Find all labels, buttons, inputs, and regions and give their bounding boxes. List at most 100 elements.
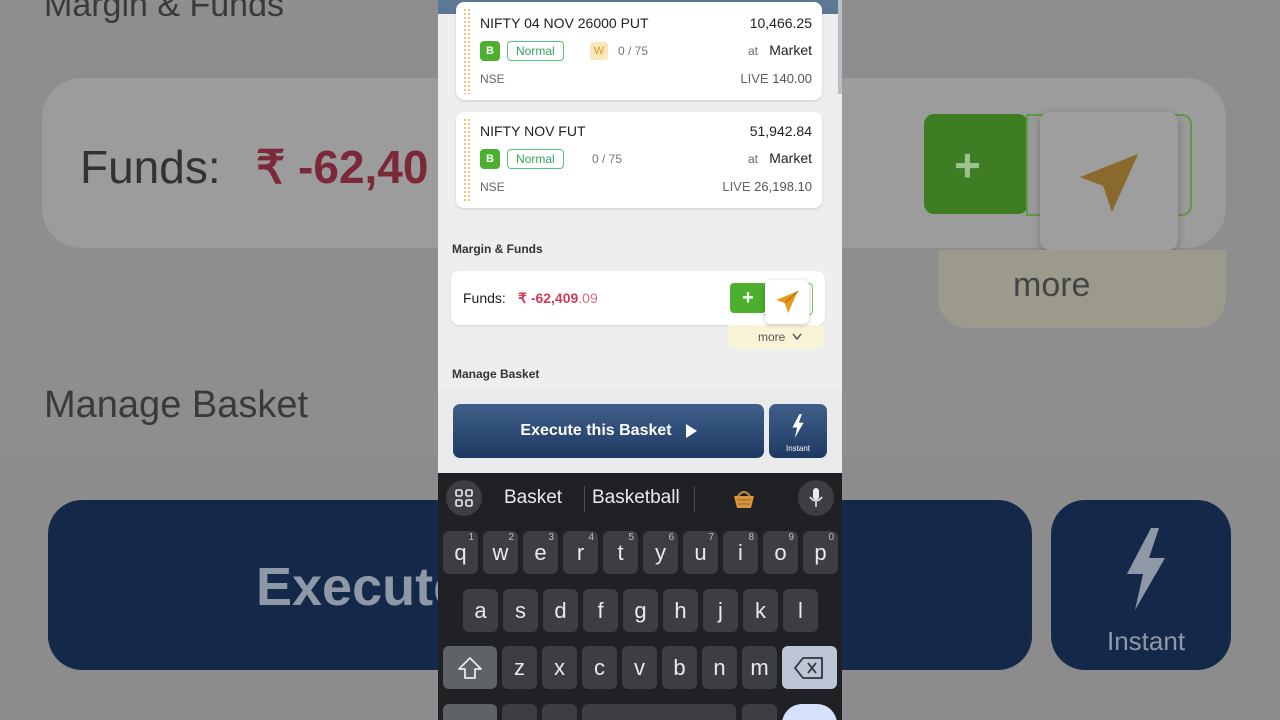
key-j[interactable]: j [703,589,738,632]
key-e[interactable]: e3 [523,531,558,574]
key-f[interactable]: f [583,589,618,632]
order-qty: 0 / 75 [592,152,623,166]
key-p[interactable]: p0 [803,531,838,574]
key-i[interactable]: i8 [723,531,758,574]
key-label: o [774,540,787,565]
suggestion-divider [584,486,585,512]
chevron-down-icon [792,333,802,341]
key-hint: 7 [708,532,714,543]
order-instrument: NIFTY 04 NOV 26000 PUT [480,15,649,31]
suggestion-1[interactable]: Basket [504,487,562,509]
more-label[interactable]: more [758,330,802,344]
key-label: m [750,655,769,680]
key-label: x [554,655,565,680]
drag-handle-icon[interactable] [463,8,471,94]
live-value: 26,198.10 [754,179,812,194]
key-label: i [738,540,743,565]
bg-execute-text: Execute [256,557,464,617]
suggestion-2[interactable]: Basketball [592,487,680,509]
key-x[interactable]: x [542,646,577,689]
basket-emoji-icon[interactable] [732,488,756,510]
order-qty: 0 / 75 [618,44,649,58]
key-hint: 0 [828,532,834,543]
key-hint: 5 [628,532,634,543]
key-label: t [617,540,624,565]
order-exchange: NSE [480,180,505,194]
instant-label: Instant [785,444,810,453]
key-label: z [514,655,525,680]
key-hint: 8 [748,532,754,543]
key-label: y [655,540,666,565]
key-hint: 1 [468,532,474,543]
weekly-badge: W [590,42,608,60]
order-instrument: NIFTY NOV FUT [480,123,586,139]
language-key[interactable] [542,704,577,720]
funds-label: Funds: [463,290,506,306]
buy-badge: B [480,41,500,61]
play-icon [685,424,697,438]
key-hint: 3 [548,532,554,543]
send-icon [776,290,799,313]
bg-manage-title: Manage Basket [44,384,309,426]
order-card[interactable]: NIFTY 04 NOV 26000 PUT 10,466.25 B Norma… [456,2,822,100]
period-key[interactable] [742,704,777,720]
backspace-icon [794,657,823,679]
key-label: n [713,655,726,680]
space-key[interactable] [582,704,736,720]
key-label: d [554,598,567,623]
key-label: s [515,598,526,623]
key-label: p [814,540,827,565]
order-live-price: LIVE 140.00 [740,71,812,86]
order-type: Market [769,42,812,58]
key-label: h [674,598,687,623]
key-g[interactable]: g [623,589,658,632]
key-n[interactable]: n [702,646,737,689]
order-card[interactable]: NIFTY NOV FUT 51,942.84 B Normal 0 / 75 … [456,112,822,208]
backspace-key[interactable] [782,646,837,689]
live-label: LIVE [740,71,769,86]
key-label: l [798,598,803,623]
key-d[interactable]: d [543,589,578,632]
key-c[interactable]: c [582,646,617,689]
add-funds-button[interactable]: + [730,283,766,313]
margin-section-title: Margin & Funds [452,242,543,256]
voice-input-button[interactable] [798,480,834,516]
emoji-key[interactable] [502,704,537,720]
key-m[interactable]: m [742,646,777,689]
key-o[interactable]: o9 [763,531,798,574]
scrollbar[interactable] [838,0,842,94]
key-u[interactable]: u7 [683,531,718,574]
key-r[interactable]: r4 [563,531,598,574]
instant-button[interactable]: Instant [769,404,827,458]
key-s[interactable]: s [503,589,538,632]
key-q[interactable]: q1 [443,531,478,574]
symbols-key[interactable] [443,704,497,720]
key-l[interactable]: l [783,589,818,632]
bg-bolt-icon [1127,528,1165,610]
key-hint: 6 [668,532,674,543]
order-at: at [748,152,759,166]
order-price: 10,466.25 [749,15,812,31]
key-v[interactable]: v [622,646,657,689]
live-value: 140.00 [772,71,812,86]
more-text: more [758,330,786,344]
send-button[interactable] [765,280,809,324]
apps-grid-button[interactable] [446,480,482,516]
bg-more-label: more [1013,266,1091,304]
drag-handle-icon[interactable] [463,118,471,202]
key-y[interactable]: y6 [643,531,678,574]
key-hint: 9 [788,532,794,543]
order-at: at [748,44,759,58]
key-w[interactable]: w2 [483,531,518,574]
shift-key[interactable] [443,646,497,689]
key-a[interactable]: a [463,589,498,632]
key-t[interactable]: t5 [603,531,638,574]
bg-plus: + [954,139,981,191]
order-type: Market [769,150,812,166]
key-k[interactable]: k [743,589,778,632]
key-label: g [634,598,647,623]
key-b[interactable]: b [662,646,697,689]
key-z[interactable]: z [502,646,537,689]
execute-basket-button[interactable]: Execute this Basket [453,404,764,458]
key-h[interactable]: h [663,589,698,632]
